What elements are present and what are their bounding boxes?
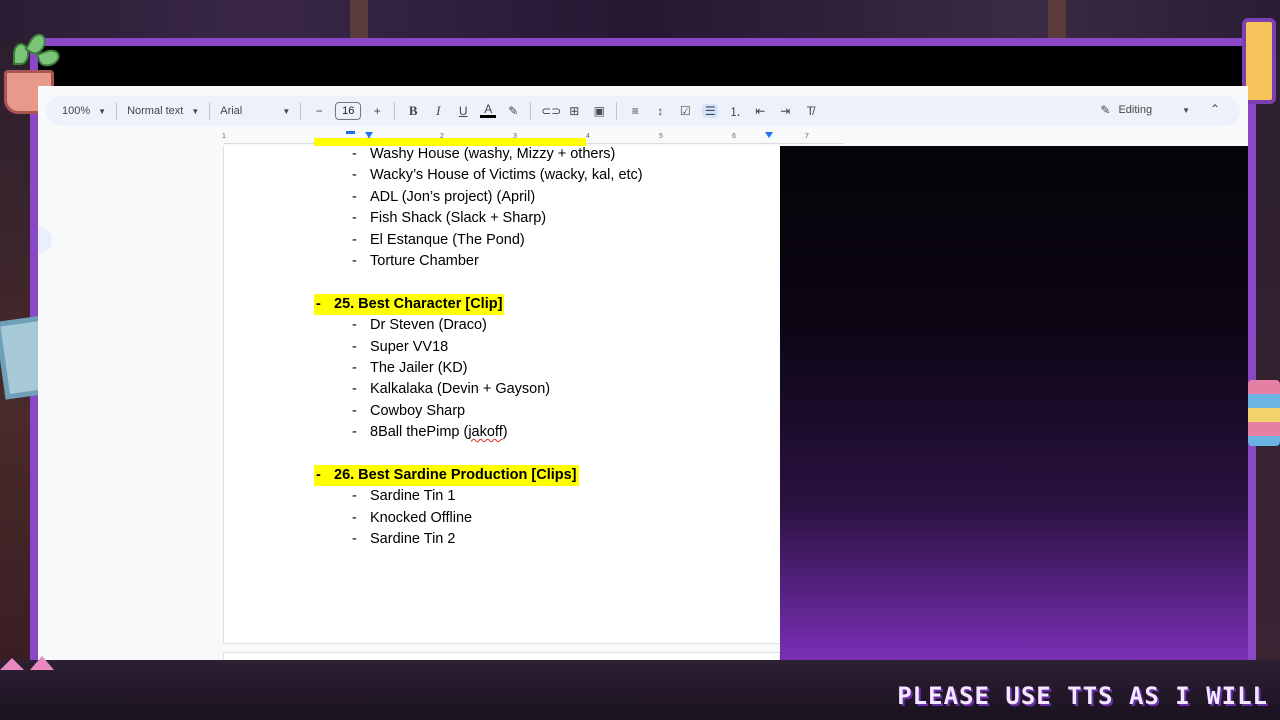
- overlay-right-wall: [1256, 40, 1280, 666]
- underline-icon[interactable]: U: [455, 104, 471, 118]
- zoom-value: 100%: [62, 105, 91, 117]
- chevron-down-icon: ▼: [98, 106, 107, 116]
- decrease-indent-icon[interactable]: ⇤: [752, 104, 768, 118]
- list-item[interactable]: - Washy House (washy, Mizzy + others): [314, 144, 774, 165]
- editing-mode-label: Editing: [1118, 104, 1153, 116]
- toolbar-divider: [394, 102, 396, 120]
- docs-window: 100% ▼ Normal text ▼ Arial ▼ − 16 + B I …: [38, 86, 1248, 660]
- clear-formatting-icon[interactable]: T̸: [802, 104, 818, 118]
- list-item[interactable]: -8Ball thePimp (jakoff): [314, 422, 774, 443]
- list-item[interactable]: - The Jailer (KD): [314, 358, 774, 379]
- list-item[interactable]: - Wacky’s House of Victims (wacky, kal, e…: [314, 165, 774, 186]
- ruler-tick: 6: [732, 133, 736, 140]
- list-item[interactable]: - Cowboy Sharp: [314, 401, 774, 422]
- ruler-tick: 1: [222, 133, 226, 140]
- font-value: Arial: [220, 105, 243, 117]
- comment-icon[interactable]: ⊞: [566, 104, 582, 118]
- browser-top-bar: [38, 46, 1248, 86]
- link-icon[interactable]: ⊂⊃: [541, 104, 561, 118]
- overlay-top-bar: [0, 0, 1280, 40]
- toolbar-divider: [116, 102, 118, 120]
- list-item[interactable]: - Fish Shack (Slack + Sharp): [314, 208, 774, 229]
- docs-toolbar: 100% ▼ Normal text ▼ Arial ▼ − 16 + B I …: [46, 96, 1240, 126]
- right-indent-handle[interactable]: [765, 132, 773, 138]
- font-size-input[interactable]: 16: [335, 102, 362, 120]
- misspelled-word[interactable]: jakoff: [468, 424, 502, 440]
- next-document-page[interactable]: [223, 652, 780, 660]
- chevron-down-icon: ▼: [1182, 105, 1190, 115]
- italic-icon[interactable]: I: [430, 103, 446, 119]
- align-icon[interactable]: ≡: [627, 104, 643, 118]
- line-spacing-icon[interactable]: ↕: [652, 104, 668, 118]
- chevron-down-icon: ▼: [191, 106, 200, 116]
- highlight-color-icon[interactable]: ✎: [505, 104, 521, 118]
- overlay-beam: [350, 0, 368, 40]
- first-line-indent-handle[interactable]: [346, 131, 355, 134]
- list-item[interactable]: - Sardine Tin 1: [314, 486, 774, 507]
- style-value: Normal text: [127, 105, 184, 117]
- category-heading[interactable]: -25. Best Character [Clip]: [314, 293, 774, 315]
- toolbar-divider: [530, 102, 532, 120]
- pencil-icon: ✎: [1100, 103, 1111, 117]
- highlighted-heading: -26. Best Sardine Production [Clips]: [314, 464, 579, 486]
- text-color-icon[interactable]: A: [480, 103, 497, 118]
- list-item[interactable]: - Super VV18: [314, 337, 774, 358]
- ruler-tick: 4: [586, 133, 590, 140]
- overlay-beam: [1048, 0, 1066, 40]
- zoom-select[interactable]: 100% ▼: [62, 105, 106, 117]
- decrease-font-size-icon[interactable]: −: [311, 104, 327, 118]
- document-page[interactable]: - Washy House (washy, Mizzy + others) - Wa…: [223, 138, 780, 644]
- increase-font-size-icon[interactable]: +: [369, 104, 385, 118]
- toolbar-divider: [209, 102, 211, 120]
- toolbar-divider: [300, 102, 302, 120]
- scrolling-ticker-text: PLEASE USE TTS AS I WILL: [897, 682, 1268, 710]
- document-body[interactable]: - Washy House (washy, Mizzy + others) - Wa…: [314, 138, 774, 550]
- cat-ears-icon: [30, 656, 54, 670]
- chevron-down-icon: ▼: [282, 106, 291, 116]
- numbered-list-icon[interactable]: ⒈: [727, 103, 743, 120]
- font-select[interactable]: Arial ▼: [220, 105, 290, 117]
- ruler-tick: 5: [659, 133, 663, 140]
- list-item[interactable]: - Sardine Tin 2: [314, 529, 774, 550]
- editing-mode-select[interactable]: ✎ Editing ▼: [1100, 103, 1190, 117]
- bulleted-list-icon[interactable]: ☰: [702, 104, 719, 118]
- list-item[interactable]: - El Estanque (The Pond): [314, 230, 774, 251]
- outline-toggle[interactable]: [38, 226, 52, 254]
- cat-ears-icon: [0, 658, 24, 670]
- image-icon[interactable]: ▣: [591, 104, 607, 118]
- list-item[interactable]: - Knocked Offline: [314, 508, 774, 529]
- increase-indent-icon[interactable]: ⇥: [777, 104, 793, 118]
- list-item[interactable]: - Kalkalaka (Devin + Gayson): [314, 379, 774, 400]
- ruler-tick: 7: [805, 133, 809, 140]
- category-heading[interactable]: -26. Best Sardine Production [Clips]: [314, 464, 774, 486]
- checklist-icon[interactable]: ☑: [677, 104, 693, 118]
- list-item[interactable]: - Torture Chamber: [314, 251, 774, 272]
- toolbar-divider: [616, 102, 618, 120]
- books-icon: [1248, 380, 1280, 446]
- webcam-panel: [780, 146, 1248, 660]
- list-item[interactable]: - Dr Steven (Draco): [314, 315, 774, 336]
- style-select[interactable]: Normal text ▼: [127, 105, 199, 117]
- bold-icon[interactable]: B: [405, 103, 421, 119]
- list-item[interactable]: - ADL (Jon’s project) (April): [314, 187, 774, 208]
- highlighted-heading: -25. Best Character [Clip]: [314, 293, 505, 315]
- collapse-toolbar-icon[interactable]: ⌃: [1210, 102, 1220, 116]
